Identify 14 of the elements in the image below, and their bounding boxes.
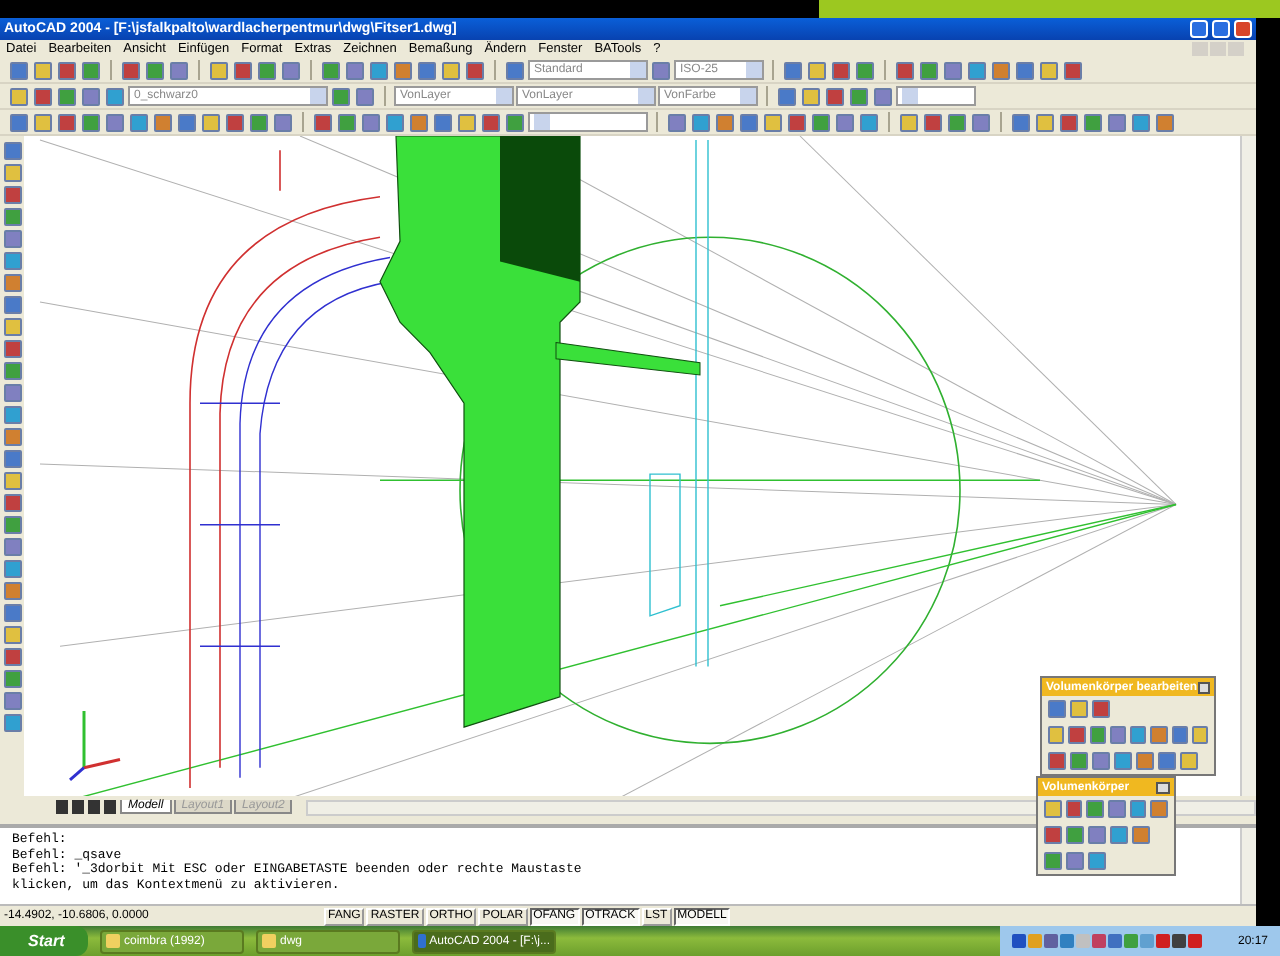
close-button[interactable] [1197, 681, 1210, 693]
ucs-axis-icon [69, 710, 121, 781]
app-icon [418, 934, 426, 948]
dropdown-field[interactable] [896, 86, 976, 106]
dropdown-field[interactable] [528, 112, 648, 132]
maximize-button[interactable] [1212, 20, 1230, 38]
start-button[interactable]: Start [0, 926, 88, 956]
folder-icon [106, 934, 120, 948]
toolbar-icon[interactable] [506, 61, 524, 79]
vertical-scrollbar[interactable] [1240, 828, 1256, 904]
toolbar-icon[interactable] [652, 61, 670, 79]
folder-icon [262, 934, 276, 948]
vertical-scrollbar[interactable] [1240, 136, 1256, 796]
close-button[interactable] [1156, 781, 1170, 793]
